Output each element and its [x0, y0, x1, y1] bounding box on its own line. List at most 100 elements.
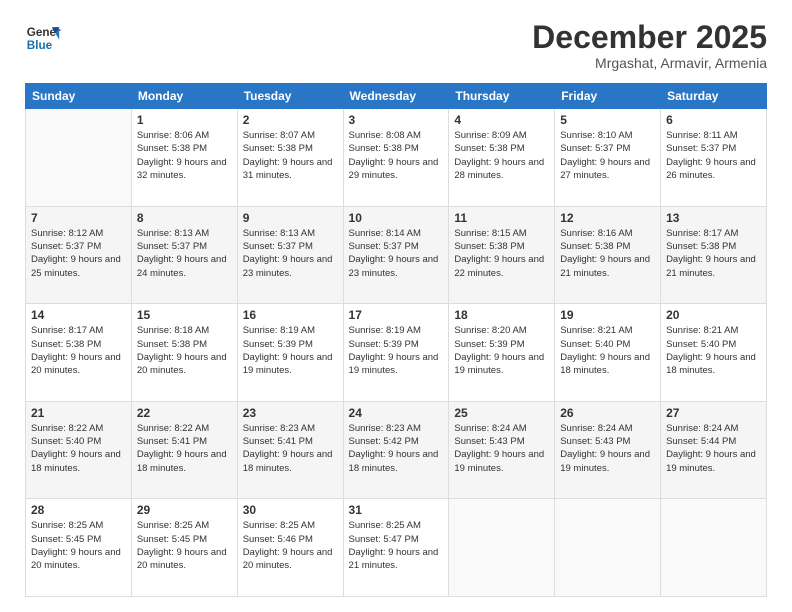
calendar-day-cell: 23Sunrise: 8:23 AM Sunset: 5:41 PM Dayli… — [237, 401, 343, 499]
calendar-day-cell: 25 Sunrise: 8:24 AM Sunset: 5:43 PM Dayli… — [449, 401, 555, 499]
calendar-day-cell: 19Sunrise: 8:21 AM Sunset: 5:40 PM Dayli… — [555, 304, 661, 402]
day-number: 20 — [666, 308, 761, 322]
calendar-day-cell: 21 Sunrise: 8:22 AM Sunset: 5:40 PM Dayli… — [26, 401, 132, 499]
header-tuesday: Tuesday — [237, 84, 343, 109]
calendar-week-row: 28 Sunrise: 8:25 AM Sunset: 5:45 PM Dayli… — [26, 499, 767, 597]
calendar-day-cell — [449, 499, 555, 597]
day-info: Sunrise: 8:18 AM Sunset: 5:38 PM Dayligh… — [137, 324, 232, 377]
day-info: Sunrise: 8:09 AM Sunset: 5:38 PM Dayligh… — [454, 129, 549, 182]
day-number: 28 — [31, 503, 126, 517]
day-number: 9 — [243, 211, 338, 225]
header-monday: Monday — [131, 84, 237, 109]
day-number: 11 — [454, 211, 549, 225]
day-info: Sunrise: 8:20 AM Sunset: 5:39 PM Dayligh… — [454, 324, 549, 377]
calendar-day-cell: 29 Sunrise: 8:25 AM Sunset: 5:45 PM Dayli… — [131, 499, 237, 597]
svg-text:Blue: Blue — [27, 39, 53, 52]
month-title: December 2025 — [532, 20, 767, 55]
day-number: 19 — [560, 308, 655, 322]
day-info: Sunrise: 8:11 AM Sunset: 5:37 PM Dayligh… — [666, 129, 761, 182]
calendar-week-row: 21 Sunrise: 8:22 AM Sunset: 5:40 PM Dayli… — [26, 401, 767, 499]
day-info: Sunrise: 8:14 AM Sunset: 5:37 PM Dayligh… — [349, 227, 444, 280]
day-number: 4 — [454, 113, 549, 127]
day-number: 27 — [666, 406, 761, 420]
calendar-day-cell: 10 Sunrise: 8:14 AM Sunset: 5:37 PM Dayli… — [343, 206, 449, 304]
day-info: Sunrise: 8:24 AM Sunset: 5:44 PM Dayligh… — [666, 422, 761, 475]
day-info: Sunrise: 8:10 AM Sunset: 5:37 PM Dayligh… — [560, 129, 655, 182]
day-info: Sunrise: 8:15 AM Sunset: 5:38 PM Dayligh… — [454, 227, 549, 280]
calendar-day-cell: 26 Sunrise: 8:24 AM Sunset: 5:43 PM Dayli… — [555, 401, 661, 499]
day-info: Sunrise: 8:13 AM Sunset: 5:37 PM Dayligh… — [137, 227, 232, 280]
day-info: Sunrise: 8:25 AM Sunset: 5:45 PM Dayligh… — [31, 519, 126, 572]
calendar-day-cell: 3 Sunrise: 8:08 AM Sunset: 5:38 PM Daylig… — [343, 109, 449, 207]
day-info: Sunrise: 8:08 AM Sunset: 5:38 PM Dayligh… — [349, 129, 444, 182]
day-number: 17 — [349, 308, 444, 322]
header-sunday: Sunday — [26, 84, 132, 109]
day-number: 5 — [560, 113, 655, 127]
calendar-day-cell: 16 Sunrise: 8:19 AM Sunset: 5:39 PM Dayli… — [237, 304, 343, 402]
day-info: Sunrise: 8:25 AM Sunset: 5:46 PM Dayligh… — [243, 519, 338, 572]
day-info: Sunrise: 8:25 AM Sunset: 5:47 PM Dayligh… — [349, 519, 444, 572]
day-info: Sunrise: 8:23 AM Sunset: 5:42 PM Dayligh… — [349, 422, 444, 475]
calendar-day-cell: 8 Sunrise: 8:13 AM Sunset: 5:37 PM Daylig… — [131, 206, 237, 304]
day-number: 24 — [349, 406, 444, 420]
day-number: 15 — [137, 308, 232, 322]
calendar-day-cell: 13Sunrise: 8:17 AM Sunset: 5:38 PM Dayli… — [661, 206, 767, 304]
day-number: 3 — [349, 113, 444, 127]
day-info: Sunrise: 8:25 AM Sunset: 5:45 PM Dayligh… — [137, 519, 232, 572]
calendar-week-row: 7 Sunrise: 8:12 AM Sunset: 5:37 PM Daylig… — [26, 206, 767, 304]
day-info: Sunrise: 8:12 AM Sunset: 5:37 PM Dayligh… — [31, 227, 126, 280]
calendar-day-cell: 31Sunrise: 8:25 AM Sunset: 5:47 PM Dayli… — [343, 499, 449, 597]
day-number: 13 — [666, 211, 761, 225]
calendar-week-row: 1 Sunrise: 8:06 AM Sunset: 5:38 PM Daylig… — [26, 109, 767, 207]
day-number: 16 — [243, 308, 338, 322]
day-number: 8 — [137, 211, 232, 225]
day-number: 22 — [137, 406, 232, 420]
day-number: 12 — [560, 211, 655, 225]
day-number: 1 — [137, 113, 232, 127]
calendar-table: Sunday Monday Tuesday Wednesday Thursday… — [25, 83, 767, 597]
calendar-day-cell: 24 Sunrise: 8:23 AM Sunset: 5:42 PM Dayli… — [343, 401, 449, 499]
day-info: Sunrise: 8:22 AM Sunset: 5:41 PM Dayligh… — [137, 422, 232, 475]
day-info: Sunrise: 8:07 AM Sunset: 5:38 PM Dayligh… — [243, 129, 338, 182]
calendar-day-cell: 20 Sunrise: 8:21 AM Sunset: 5:40 PM Dayli… — [661, 304, 767, 402]
day-info: Sunrise: 8:24 AM Sunset: 5:43 PM Dayligh… — [454, 422, 549, 475]
calendar-day-cell: 30 Sunrise: 8:25 AM Sunset: 5:46 PM Dayli… — [237, 499, 343, 597]
calendar-day-cell: 28 Sunrise: 8:25 AM Sunset: 5:45 PM Dayli… — [26, 499, 132, 597]
day-number: 2 — [243, 113, 338, 127]
calendar-day-cell: 15 Sunrise: 8:18 AM Sunset: 5:38 PM Dayli… — [131, 304, 237, 402]
day-info: Sunrise: 8:13 AM Sunset: 5:37 PM Dayligh… — [243, 227, 338, 280]
calendar-day-cell: 17Sunrise: 8:19 AM Sunset: 5:39 PM Dayli… — [343, 304, 449, 402]
day-info: Sunrise: 8:21 AM Sunset: 5:40 PM Dayligh… — [666, 324, 761, 377]
header-saturday: Saturday — [661, 84, 767, 109]
calendar-day-cell: 1 Sunrise: 8:06 AM Sunset: 5:38 PM Daylig… — [131, 109, 237, 207]
day-number: 14 — [31, 308, 126, 322]
calendar-day-cell — [26, 109, 132, 207]
day-info: Sunrise: 8:19 AM Sunset: 5:39 PM Dayligh… — [243, 324, 338, 377]
day-number: 6 — [666, 113, 761, 127]
day-info: Sunrise: 8:06 AM Sunset: 5:38 PM Dayligh… — [137, 129, 232, 182]
calendar-day-cell: 14Sunrise: 8:17 AM Sunset: 5:38 PM Dayli… — [26, 304, 132, 402]
header-friday: Friday — [555, 84, 661, 109]
day-number: 26 — [560, 406, 655, 420]
calendar-day-cell — [555, 499, 661, 597]
day-number: 29 — [137, 503, 232, 517]
calendar-day-cell: 2 Sunrise: 8:07 AM Sunset: 5:38 PM Daylig… — [237, 109, 343, 207]
day-info: Sunrise: 8:24 AM Sunset: 5:43 PM Dayligh… — [560, 422, 655, 475]
day-number: 10 — [349, 211, 444, 225]
day-info: Sunrise: 8:22 AM Sunset: 5:40 PM Dayligh… — [31, 422, 126, 475]
day-number: 7 — [31, 211, 126, 225]
page-header: General Blue December 2025 Mrgashat, Arm… — [25, 20, 767, 71]
day-number: 21 — [31, 406, 126, 420]
title-block: December 2025 Mrgashat, Armavir, Armenia — [532, 20, 767, 71]
day-number: 30 — [243, 503, 338, 517]
calendar-day-cell: 22 Sunrise: 8:22 AM Sunset: 5:41 PM Dayli… — [131, 401, 237, 499]
day-number: 25 — [454, 406, 549, 420]
calendar-day-cell: 4 Sunrise: 8:09 AM Sunset: 5:38 PM Daylig… — [449, 109, 555, 207]
calendar-day-cell: 9 Sunrise: 8:13 AM Sunset: 5:37 PM Daylig… — [237, 206, 343, 304]
calendar-day-cell: 7 Sunrise: 8:12 AM Sunset: 5:37 PM Daylig… — [26, 206, 132, 304]
calendar-day-cell: 12Sunrise: 8:16 AM Sunset: 5:38 PM Dayli… — [555, 206, 661, 304]
header-wednesday: Wednesday — [343, 84, 449, 109]
calendar-day-cell: 27 Sunrise: 8:24 AM Sunset: 5:44 PM Dayli… — [661, 401, 767, 499]
calendar-day-cell: 11 Sunrise: 8:15 AM Sunset: 5:38 PM Dayli… — [449, 206, 555, 304]
calendar-day-cell: 6 Sunrise: 8:11 AM Sunset: 5:37 PM Daylig… — [661, 109, 767, 207]
